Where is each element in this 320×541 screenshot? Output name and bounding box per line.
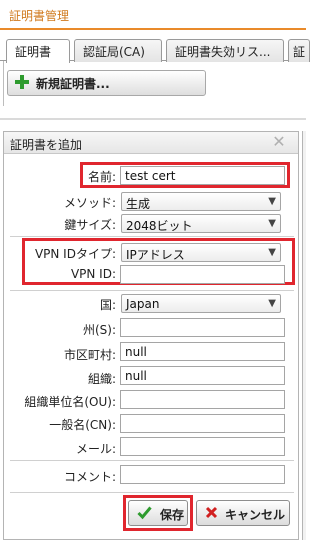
x-icon [205, 506, 218, 519]
chevron-down-icon: ▼ [268, 298, 276, 309]
vpn-id-type-value: IPアドレス [126, 248, 185, 262]
cancel-label: キャンセル [225, 508, 286, 522]
background-panel-edge [302, 131, 306, 540]
vpn-id-type-select[interactable]: IPアドレス ▼ [121, 243, 281, 262]
new-certificate-button[interactable]: 新規証明書... [7, 70, 206, 96]
page-title: 証明書管理 [9, 9, 70, 23]
org-input[interactable]: null [120, 366, 285, 385]
state-label: 州(S): [82, 323, 116, 337]
close-icon[interactable]: ✕ [271, 134, 287, 150]
vpn-id-label: VPN ID: [70, 267, 116, 281]
header-divider [0, 28, 306, 30]
vpn-id-type-label: VPN IDタイプ: [34, 247, 116, 261]
key-size-value: 2048ビット [126, 219, 193, 233]
city-input[interactable]: null [120, 342, 285, 361]
method-select[interactable]: 生成 ▼ [121, 192, 281, 211]
city-label: 市区町村: [63, 348, 116, 362]
vpn-id-input[interactable] [120, 265, 285, 284]
email-label: メール: [75, 442, 116, 456]
new-certificate-label: 新規証明書... [36, 77, 110, 91]
save-label: 保存 [160, 508, 185, 522]
divider [10, 290, 294, 291]
method-value: 生成 [126, 197, 151, 211]
country-label: 国: [99, 298, 116, 312]
org-unit-input[interactable] [120, 390, 285, 409]
tab-overflow[interactable]: 証 [288, 39, 310, 62]
section-divider [0, 118, 306, 120]
plus-icon [15, 75, 29, 89]
chevron-down-icon: ▼ [268, 196, 276, 207]
divider [10, 492, 294, 493]
key-size-select[interactable]: 2048ビット ▼ [121, 214, 281, 233]
comment-label: コメント: [63, 470, 116, 484]
tab-certificates[interactable]: 証明書 [6, 39, 70, 63]
divider [10, 236, 294, 237]
key-size-label: 鍵サイズ: [64, 218, 116, 232]
method-label: メソッド: [63, 196, 116, 210]
country-select[interactable]: Japan ▼ [121, 294, 281, 313]
name-input[interactable]: test cert [120, 166, 285, 185]
email-input[interactable] [120, 437, 285, 456]
state-input[interactable] [120, 318, 285, 337]
org-label: 組織: [87, 372, 116, 386]
tab-crl[interactable]: 証明書失効リス... [166, 39, 284, 62]
tab-ca[interactable]: 認証局(CA) [74, 39, 162, 62]
common-name-label: 一般名(CN): [49, 418, 116, 432]
org-unit-label: 組織単位名(OU): [24, 395, 116, 409]
checkmark-icon [137, 506, 152, 520]
name-label: 名前: [87, 170, 116, 184]
country-value: Japan [126, 297, 160, 311]
comment-input[interactable] [120, 465, 285, 484]
chevron-down-icon: ▼ [268, 218, 276, 229]
divider [10, 460, 294, 461]
chevron-down-icon: ▼ [268, 247, 276, 258]
common-name-input[interactable] [120, 414, 285, 433]
dialog-title: 証明書を追加 [10, 138, 83, 152]
